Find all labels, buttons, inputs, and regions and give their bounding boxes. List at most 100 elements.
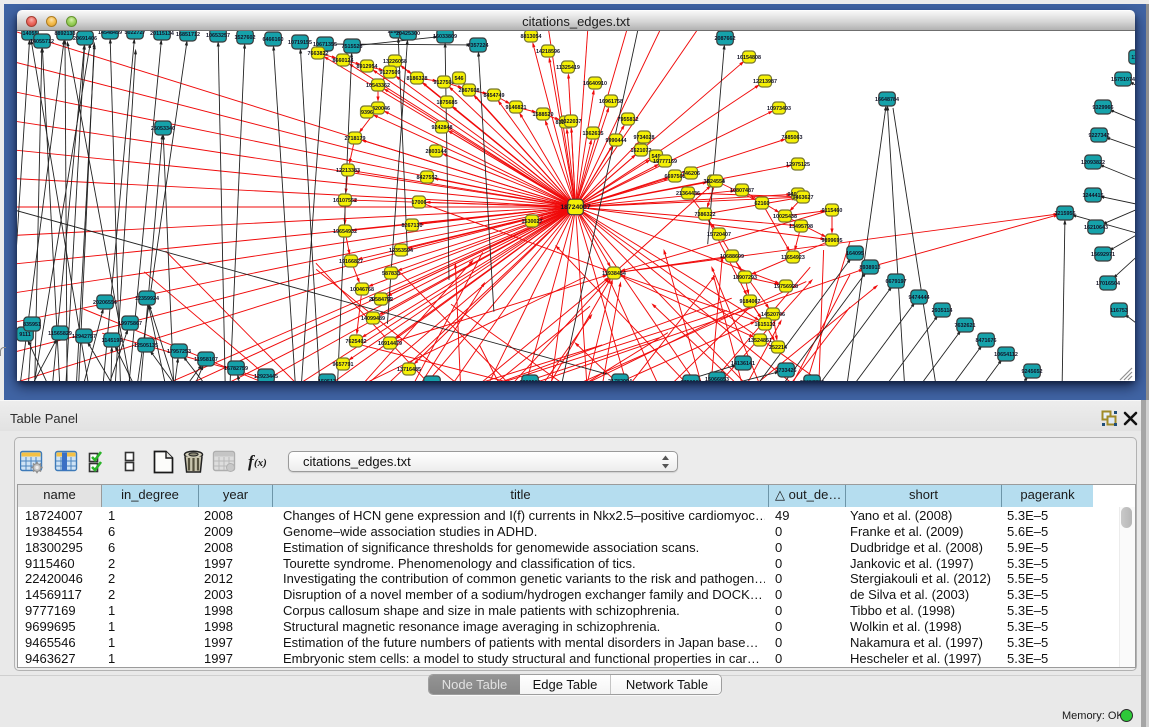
svg-text:19975867: 19975867 (118, 321, 142, 327)
svg-text:11938454: 11938454 (602, 271, 626, 277)
svg-text:16154808: 16154808 (737, 55, 761, 61)
svg-text:8186328: 8186328 (407, 76, 428, 82)
svg-text:12505135: 12505135 (134, 343, 158, 349)
svg-text:10973493: 10973493 (767, 106, 791, 112)
svg-text:14548459: 14548459 (98, 31, 122, 36)
svg-text:10025438: 10025438 (773, 214, 797, 220)
svg-text:21364436: 21364436 (676, 191, 700, 197)
svg-text:1117: 1117 (1131, 55, 1135, 61)
svg-text:16640910: 16640910 (583, 81, 607, 87)
svg-text:19166827: 19166827 (339, 259, 363, 265)
svg-text:10688609: 10688609 (720, 254, 744, 260)
svg-text:15692971: 15692971 (1091, 252, 1115, 258)
svg-text:14136141: 14136141 (731, 361, 755, 367)
svg-text:5022727: 5022727 (125, 31, 146, 36)
svg-text:9463627: 9463627 (793, 195, 814, 201)
svg-text:15751074: 15751074 (1111, 77, 1135, 83)
svg-text:9396: 9396 (361, 110, 373, 116)
svg-text:21782994: 21782994 (608, 379, 632, 381)
svg-text:9184067: 9184067 (740, 299, 761, 305)
svg-text:20115134: 20115134 (150, 31, 174, 37)
svg-text:20206556: 20206556 (93, 300, 117, 306)
svg-text:9990444: 9990444 (606, 138, 627, 144)
svg-text:2333508: 2333508 (520, 380, 541, 381)
svg-text:17016504: 17016504 (1096, 281, 1120, 287)
svg-text:18724007: 18724007 (560, 204, 590, 211)
svg-text:2935114: 2935114 (932, 308, 953, 314)
svg-text:2803144: 2803144 (426, 149, 447, 155)
svg-text:9115460: 9115460 (822, 208, 843, 214)
svg-text:9127509: 9127509 (380, 70, 401, 76)
svg-text:16782759: 16782759 (224, 366, 248, 372)
svg-text:16648784: 16648784 (875, 97, 899, 103)
svg-text:835951: 835951 (23, 322, 41, 328)
svg-text:1244415: 1244415 (1083, 193, 1104, 199)
svg-text:2867608: 2867608 (459, 88, 480, 94)
svg-text:9146821: 9146821 (506, 105, 527, 111)
svg-text:16033809: 16033809 (433, 34, 457, 40)
svg-text:12353594: 12353594 (389, 248, 413, 254)
svg-text:12359924: 12359924 (135, 296, 159, 302)
svg-text:11325419: 11325419 (556, 65, 580, 71)
svg-text:10543362: 10543362 (366, 83, 390, 89)
svg-text:17006: 17006 (412, 200, 427, 206)
svg-text:10807487: 10807487 (730, 188, 754, 194)
svg-text:8322037: 8322037 (561, 119, 582, 125)
svg-text:9474444: 9474444 (909, 295, 930, 301)
svg-text:20425300: 20425300 (396, 31, 420, 37)
svg-text:9242848: 9242848 (432, 125, 453, 131)
svg-text:20691406: 20691406 (73, 36, 97, 42)
svg-text:164095: 164095 (846, 251, 864, 257)
svg-text:587833: 587833 (382, 271, 400, 277)
svg-text:16961758: 16961758 (599, 99, 623, 105)
svg-text:6466160: 6466160 (263, 37, 284, 43)
svg-text:9245652: 9245652 (1022, 369, 1043, 375)
svg-text:7515526: 7515526 (342, 44, 363, 50)
svg-text:10653257: 10653257 (206, 33, 230, 39)
svg-text:1733426: 1733426 (776, 368, 797, 374)
svg-text:746206: 746206 (682, 171, 700, 177)
svg-text:23057783: 23057783 (800, 380, 824, 381)
svg-text:14055712: 14055712 (30, 39, 54, 45)
svg-text:1527602: 1527602 (235, 35, 256, 41)
svg-text:8660124: 8660124 (333, 58, 354, 64)
svg-text:1362615: 1362615 (583, 131, 604, 137)
svg-text:3215955: 3215955 (1055, 211, 1076, 217)
svg-text:10719155: 10719155 (288, 40, 312, 46)
svg-text:252214: 252214 (769, 345, 787, 351)
svg-text:18907293: 18907293 (733, 275, 757, 281)
svg-text:12213383: 12213383 (336, 168, 360, 174)
svg-text:10654112: 10654112 (994, 352, 1018, 358)
svg-text:1588520: 1588520 (533, 112, 554, 118)
svg-text:14099489: 14099489 (361, 316, 385, 322)
svg-text:11958107: 11958107 (194, 357, 218, 363)
svg-text:8938913: 8938913 (860, 265, 881, 271)
svg-text:16914479: 16914479 (378, 341, 402, 347)
svg-text:2087662: 2087662 (715, 36, 736, 42)
svg-text:(x): (x) (254, 457, 267, 469)
svg-text:1530027: 1530027 (522, 219, 543, 225)
svg-text:15720407: 15720407 (707, 232, 731, 238)
svg-text:8813054: 8813054 (521, 34, 542, 40)
svg-text:12213987: 12213987 (753, 79, 777, 85)
svg-text:12942757: 12942757 (72, 334, 96, 340)
svg-text:10046768: 10046768 (350, 287, 374, 293)
svg-text:1145193: 1145193 (102, 338, 123, 344)
svg-text:8454749: 8454749 (484, 93, 505, 99)
svg-text:13226058: 13226058 (383, 59, 407, 65)
svg-text:7357224: 7357224 (468, 43, 489, 49)
svg-text:9111: 9111 (19, 332, 30, 338)
svg-text:14520746: 14520746 (761, 312, 785, 318)
svg-text:11654923: 11654923 (781, 255, 805, 261)
svg-text:1615132: 1615132 (755, 322, 776, 328)
svg-text:7632621: 7632621 (955, 323, 976, 329)
svg-text:2718179: 2718179 (345, 136, 366, 142)
svg-text:7485063: 7485063 (782, 135, 803, 141)
svg-text:8912954: 8912954 (357, 64, 378, 70)
svg-text:12923445: 12923445 (254, 374, 278, 380)
svg-text:12093822: 12093822 (1081, 160, 1105, 166)
svg-text:7663822: 7663822 (308, 51, 329, 57)
svg-text:9657791: 9657791 (333, 362, 354, 368)
svg-text:116753: 116753 (1110, 308, 1128, 314)
svg-text:16851712: 16851712 (176, 32, 200, 38)
